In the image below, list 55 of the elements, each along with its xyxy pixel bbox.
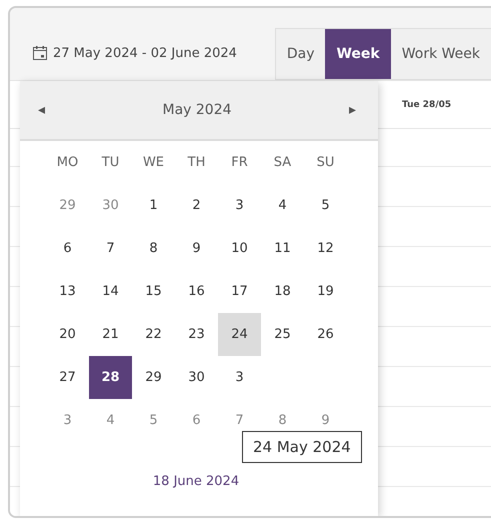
calendar-day[interactable]: 15 — [132, 270, 175, 313]
weekday-label: SA — [272, 154, 292, 172]
calendar-day[interactable]: 23 — [175, 313, 218, 356]
calendar-day[interactable]: 3 — [218, 356, 261, 399]
day-column-header: Tue 28/05 — [402, 100, 452, 110]
calendar-day[interactable]: 25 — [261, 313, 304, 356]
calendar-day[interactable]: 4 — [89, 399, 132, 442]
previous-month-button[interactable]: ◂ — [34, 102, 50, 118]
calendar-day[interactable]: 30 — [175, 356, 218, 399]
calendar-day[interactable]: 22 — [132, 313, 175, 356]
calendar-day[interactable]: 14 — [89, 270, 132, 313]
next-month-button[interactable]: ▸ — [344, 102, 360, 118]
calendar-day[interactable]: 27 — [46, 356, 89, 399]
calendar-day[interactable]: 29 — [132, 356, 175, 399]
today-link[interactable]: 18 June 2024 — [152, 474, 240, 489]
calendar-day[interactable]: 7 — [89, 227, 132, 270]
calendar-day[interactable]: 6 — [175, 399, 218, 442]
weekday-label: MO — [56, 154, 80, 172]
view-tab[interactable]: Week — [325, 29, 391, 79]
weekday-label: WE — [142, 154, 166, 172]
calendar-day[interactable]: 21 — [89, 313, 132, 356]
weekday-label: TU — [100, 154, 120, 172]
calendar-day[interactable]: 9 — [175, 227, 218, 270]
month-title: May 2024 — [162, 102, 232, 118]
date-tooltip: 24 May 2024 — [242, 431, 362, 463]
calendar-day[interactable]: 19 — [304, 270, 347, 313]
calendar-day[interactable]: 3 — [218, 184, 261, 227]
weekday-label: FR — [230, 154, 249, 172]
calendar-day[interactable]: 3 — [46, 399, 89, 442]
calendar-day[interactable]: 1 — [132, 184, 175, 227]
calendar-day[interactable]: 16 — [175, 270, 218, 313]
calendar-day[interactable]: 18 — [261, 270, 304, 313]
calendar-day[interactable]: 4 — [261, 184, 304, 227]
calendar-day[interactable]: 26 — [304, 313, 347, 356]
calendar-day[interactable]: 30 — [89, 184, 132, 227]
calendar-day[interactable]: 24 — [218, 313, 261, 356]
calendar-icon — [32, 45, 48, 61]
view-tab[interactable]: Work Week — [390, 29, 491, 79]
calendar-day[interactable]: 28 — [89, 356, 132, 399]
date-range: 27 May 2024 - 02 June 2024 — [53, 46, 237, 60]
calendar-day[interactable]: 11 — [261, 227, 304, 270]
calendar-day[interactable]: 20 — [46, 313, 89, 356]
calendar-day[interactable]: 13 — [46, 270, 89, 313]
calendar-day[interactable]: 8 — [132, 227, 175, 270]
calendar-day[interactable]: 2 — [175, 184, 218, 227]
view-tab[interactable]: Day — [276, 29, 326, 79]
calendar-day[interactable]: 5 — [304, 184, 347, 227]
calendar-day[interactable]: 5 — [132, 399, 175, 442]
calendar-day[interactable]: 29 — [46, 184, 89, 227]
calendar-day[interactable]: 10 — [218, 227, 261, 270]
calendar-day[interactable]: 6 — [46, 227, 89, 270]
calendar-day[interactable]: 17 — [218, 270, 261, 313]
weekday-label: SU — [316, 154, 336, 172]
calendar-day[interactable]: 12 — [304, 227, 347, 270]
weekday-label: TH — [186, 154, 206, 172]
